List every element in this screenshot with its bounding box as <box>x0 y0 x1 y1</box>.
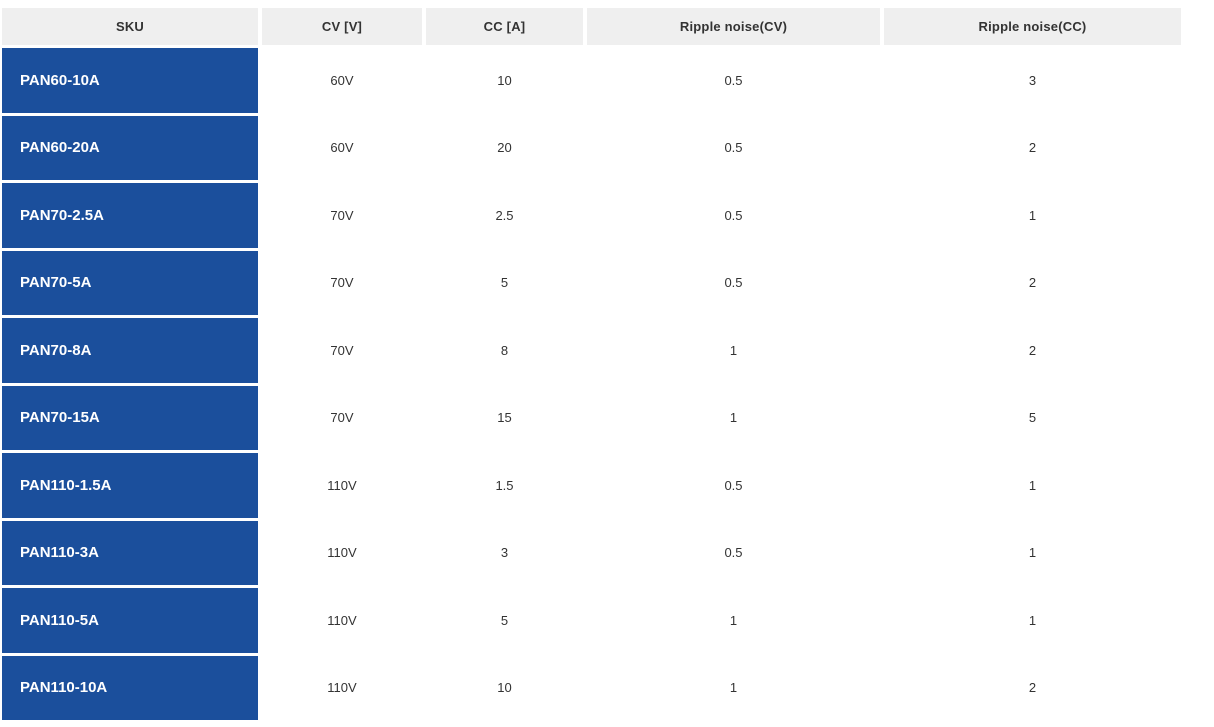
cv-cell: 70V <box>330 410 354 426</box>
ripple-cv-cell: 0.5 <box>724 72 743 88</box>
sku-cell[interactable]: PAN110-5A <box>2 588 258 653</box>
ripple-cc-cell: 1 <box>1028 612 1037 628</box>
spec-table: SKU CV [V] CC [A] Ripple noise(CV) Rippl… <box>2 8 1181 720</box>
ripple-cv-cell: 0.5 <box>724 207 743 223</box>
column-header-sku: SKU <box>2 8 258 45</box>
cv-cell: 110V <box>327 477 357 493</box>
sku-cell[interactable]: PAN70-2.5A <box>2 183 258 248</box>
ripple-cc-cell: 1 <box>1028 477 1037 493</box>
cc-cell: 10 <box>497 680 512 696</box>
sku-cell[interactable]: PAN60-20A <box>2 115 258 180</box>
cc-cell: 10 <box>497 72 512 88</box>
ripple-cv-cell: 1 <box>729 680 738 696</box>
sku-cell[interactable]: PAN110-3A <box>2 520 258 585</box>
ripple-cv-cell: 0.5 <box>724 477 743 493</box>
ripple-cv-cell: 1 <box>729 612 738 628</box>
column-header-cc: CC [A] <box>426 8 583 45</box>
column-header-ripple-cv: Ripple noise(CV) <box>587 8 880 45</box>
ripple-cc-cell: 1 <box>1028 207 1037 223</box>
ripple-cc-cell: 2 <box>1028 140 1037 156</box>
ripple-cc-cell: 2 <box>1028 342 1037 358</box>
column-header-ripple-cc: Ripple noise(CC) <box>884 8 1181 45</box>
cc-cell: 2.5 <box>495 207 514 223</box>
sku-cell[interactable]: PAN70-5A <box>2 250 258 315</box>
ripple-cc-cell: 2 <box>1028 680 1037 696</box>
ripple-cc-cell: 1 <box>1028 545 1037 561</box>
cv-cell: 70V <box>330 275 354 291</box>
sku-cell[interactable]: PAN110-10A <box>2 655 258 720</box>
sku-cell[interactable]: PAN70-8A <box>2 318 258 383</box>
cv-cell: 70V <box>330 342 354 358</box>
ripple-cv-cell: 1 <box>729 410 738 426</box>
ripple-cc-cell: 2 <box>1028 275 1037 291</box>
sku-cell[interactable]: PAN110-1.5A <box>2 453 258 518</box>
cv-cell: 110V <box>327 680 357 696</box>
cv-cell: 70V <box>330 207 354 223</box>
cv-cell: 60V <box>330 72 354 88</box>
ripple-cc-cell: 5 <box>1028 410 1037 426</box>
cv-cell: 110V <box>327 545 357 561</box>
cc-cell: 1.5 <box>495 477 514 493</box>
cc-cell: 8 <box>500 342 509 358</box>
ripple-cv-cell: 0.5 <box>724 140 743 156</box>
cc-cell: 5 <box>500 612 509 628</box>
cc-cell: 3 <box>500 545 509 561</box>
ripple-cv-cell: 1 <box>729 342 738 358</box>
cv-cell: 60V <box>330 140 354 156</box>
cc-cell: 20 <box>497 140 512 156</box>
cc-cell: 15 <box>497 410 512 426</box>
cc-cell: 5 <box>500 275 509 291</box>
ripple-cv-cell: 0.5 <box>724 275 743 291</box>
cv-cell: 110V <box>327 612 357 628</box>
ripple-cv-cell: 0.5 <box>724 545 743 561</box>
ripple-cc-cell: 3 <box>1028 72 1037 88</box>
sku-cell[interactable]: PAN60-10A <box>2 48 258 113</box>
column-header-cv: CV [V] <box>262 8 422 45</box>
sku-cell[interactable]: PAN70-15A <box>2 385 258 450</box>
